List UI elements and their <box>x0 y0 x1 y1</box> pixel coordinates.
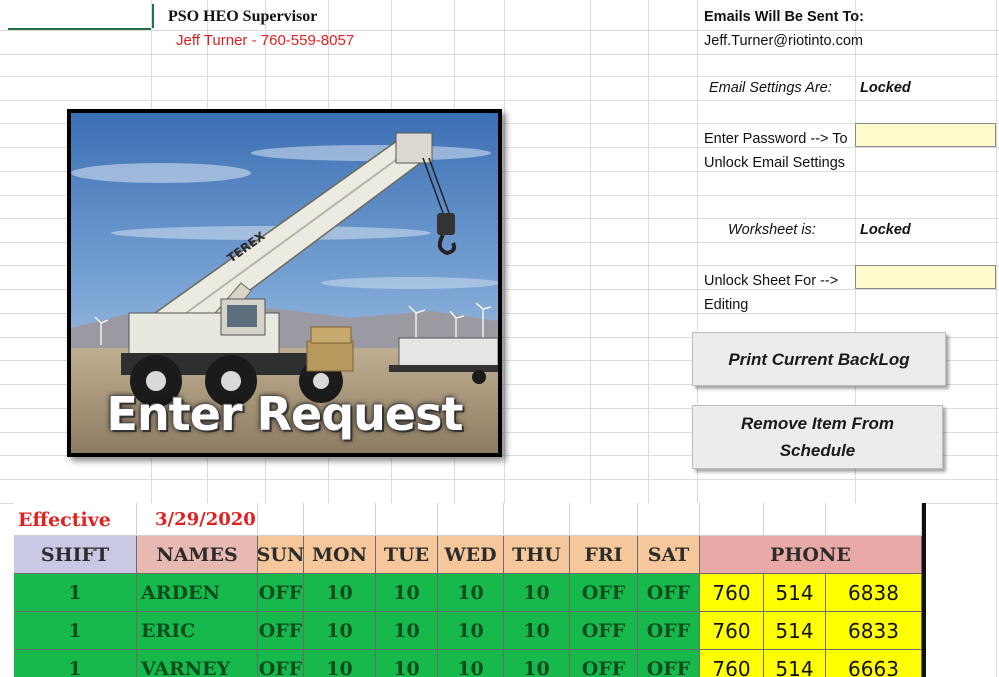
day-cell: 10 <box>304 650 376 677</box>
header-fri: FRI <box>570 536 638 574</box>
day-cell: OFF <box>570 612 638 650</box>
shift-schedule: Effective 3/29/2020 SHIFT NAMES SUN MON … <box>14 503 926 677</box>
effective-row <box>14 503 922 536</box>
day-cell: 10 <box>438 650 504 677</box>
email-settings-status: Locked <box>860 80 911 96</box>
day-cell: OFF <box>638 650 700 677</box>
enter-request-button[interactable]: TEREX Enter Request <box>67 109 502 457</box>
day-cell: 10 <box>304 574 376 612</box>
day-cell: OFF <box>258 574 304 612</box>
header-tue: TUE <box>376 536 438 574</box>
phone-cell: 514 <box>764 650 826 677</box>
print-backlog-button[interactable]: Print Current BackLog <box>692 332 946 386</box>
header-wed: WED <box>438 536 504 574</box>
unlock-sheet-label: Unlock Sheet For --> Editing <box>704 273 839 313</box>
phone-cell: 514 <box>764 574 826 612</box>
day-cell: 10 <box>504 650 570 677</box>
table-row: 1 VARNEY OFF 10 10 10 10 OFF OFF 760 514… <box>14 650 922 677</box>
day-cell: OFF <box>570 574 638 612</box>
phone-cell: 514 <box>764 612 826 650</box>
email-address[interactable]: Jeff.Turner@riotinto.com <box>704 33 863 49</box>
day-cell: 10 <box>438 574 504 612</box>
day-cell: 10 <box>504 612 570 650</box>
shift-cell: 1 <box>14 650 137 677</box>
day-cell: OFF <box>570 650 638 677</box>
day-cell: OFF <box>638 574 700 612</box>
header-mon: MON <box>304 536 376 574</box>
password-label: Enter Password --> To Unlock Email Setti… <box>704 131 848 171</box>
unlock-sheet-input[interactable] <box>855 265 996 289</box>
header-thu: THU <box>504 536 570 574</box>
day-cell: 10 <box>376 574 438 612</box>
phone-cell: 6833 <box>826 612 922 650</box>
emails-label: Emails Will Be Sent To: <box>704 9 864 25</box>
day-cell: 10 <box>376 650 438 677</box>
name-cell: ARDEN <box>137 574 258 612</box>
shift-cell: 1 <box>14 612 137 650</box>
day-cell: OFF <box>258 650 304 677</box>
remove-item-button[interactable]: Remove Item From Schedule <box>692 405 943 469</box>
day-cell: 10 <box>438 612 504 650</box>
shift-cell: 1 <box>14 574 137 612</box>
header-shift: SHIFT <box>14 536 137 574</box>
password-input[interactable] <box>855 123 996 147</box>
name-cell: VARNEY <box>137 650 258 677</box>
table-row: 1 ERIC OFF 10 10 10 10 OFF OFF 760 514 6… <box>14 612 922 650</box>
day-cell: OFF <box>638 612 700 650</box>
phone-cell: 6838 <box>826 574 922 612</box>
active-cell-selection[interactable] <box>8 4 154 30</box>
table-row: 1 ARDEN OFF 10 10 10 10 OFF OFF 760 514 … <box>14 574 922 612</box>
phone-cell: 760 <box>700 650 764 677</box>
name-cell: ERIC <box>137 612 258 650</box>
schedule-header-row: SHIFT NAMES SUN MON TUE WED THU FRI SAT … <box>14 536 922 574</box>
effective-label: Effective <box>18 509 111 531</box>
supervisor-title: PSO HEO Supervisor <box>168 8 318 25</box>
worksheet-status: Locked <box>860 222 911 238</box>
phone-cell: 760 <box>700 574 764 612</box>
day-cell: 10 <box>304 612 376 650</box>
enter-request-caption: Enter Request <box>106 387 464 441</box>
worksheet-label: Worksheet is: <box>728 222 816 238</box>
supervisor-contact: Jeff Turner - 760-559-8057 <box>176 32 355 49</box>
effective-date: 3/29/2020 <box>155 509 256 530</box>
day-cell: OFF <box>258 612 304 650</box>
day-cell: 10 <box>504 574 570 612</box>
day-cell: 10 <box>376 612 438 650</box>
header-sat: SAT <box>638 536 700 574</box>
header-names: NAMES <box>137 536 258 574</box>
phone-cell: 760 <box>700 612 764 650</box>
header-phone: PHONE <box>700 536 922 574</box>
header-sun: SUN <box>257 536 304 574</box>
phone-cell: 6663 <box>826 650 922 677</box>
email-settings-label: Email Settings Are: <box>709 80 832 96</box>
